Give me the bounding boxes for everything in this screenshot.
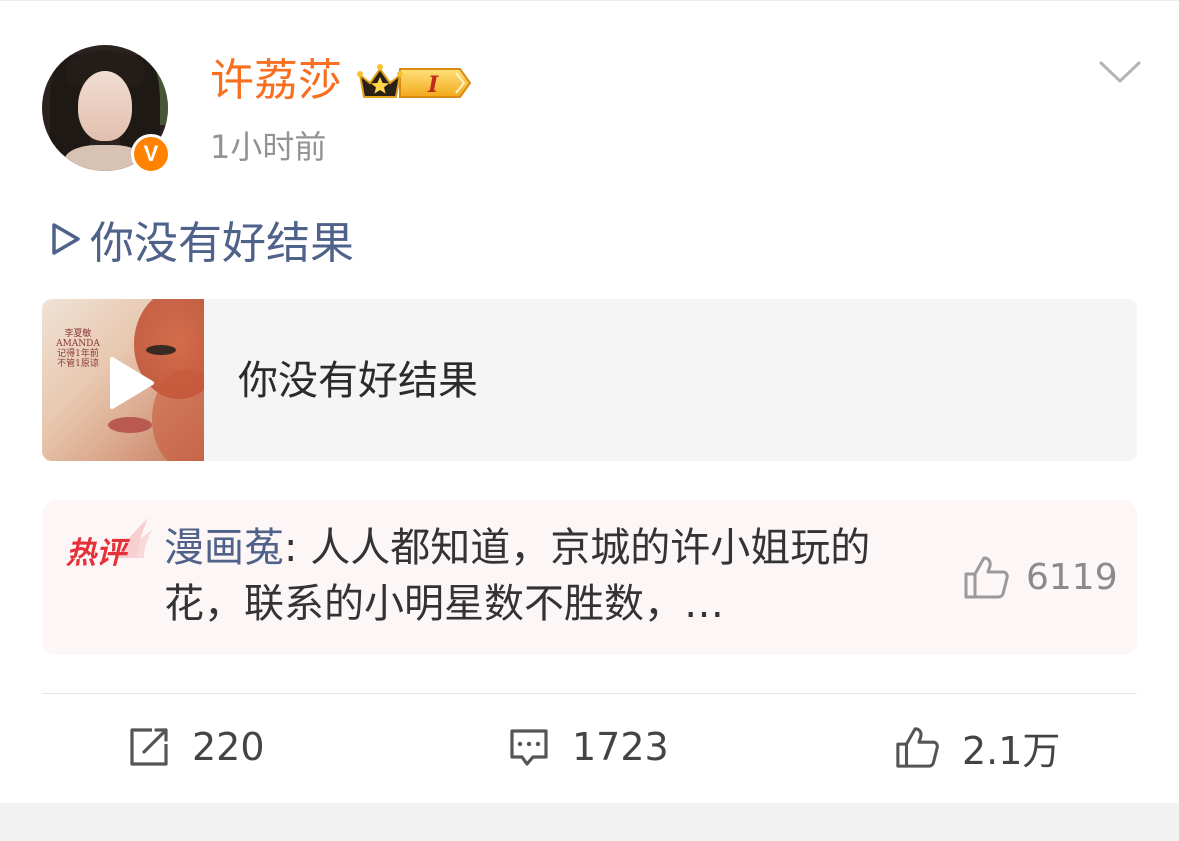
repost-button[interactable]: 220 (128, 719, 265, 775)
avatar-face (78, 71, 132, 141)
like-count: 2.1万 (962, 728, 1061, 773)
divider (42, 693, 1137, 694)
crown-level-icon[interactable]: I (356, 61, 474, 105)
cover-text-line: 不管1原谅 (57, 359, 99, 369)
repost-count: 220 (192, 725, 265, 769)
cover-text-line: 李夏敏 (64, 329, 92, 339)
comment-author[interactable]: 漫画菟 (164, 525, 284, 571)
author-name[interactable]: 许荔莎 (210, 53, 342, 109)
member-level-label: I (427, 72, 439, 98)
thumbs-up-icon (964, 556, 1009, 599)
verified-v-icon: V (131, 134, 171, 174)
comment-button[interactable]: 1723 (508, 719, 669, 775)
thumbs-up-icon (896, 727, 939, 768)
weibo-post-card: V 许荔莎 I 1小时前 你没有好结果 李夏敏 AMANDA 记得1年前 不管1… (0, 0, 1179, 803)
comment-like-count: 6119 (1026, 556, 1118, 598)
comment-icon (510, 729, 548, 766)
cover-text-line: 记得1年前 (57, 349, 99, 359)
cover-text: 李夏敏 AMANDA 记得1年前 不管1原谅 (54, 329, 102, 369)
music-card[interactable]: 李夏敏 AMANDA 记得1年前 不管1原谅 你没有好结果 (42, 299, 1137, 461)
hot-comment-tag-label: 热评 (66, 536, 126, 571)
album-cover[interactable]: 李夏敏 AMANDA 记得1年前 不管1原谅 (42, 299, 204, 461)
cover-lips (108, 417, 152, 433)
comment-count: 1723 (572, 725, 669, 769)
music-title: 你没有好结果 (238, 358, 478, 404)
play-triangle-icon (52, 223, 80, 255)
hot-comment-tag: 热评 (64, 518, 152, 572)
music-link-label: 你没有好结果 (90, 218, 354, 269)
play-button-icon[interactable] (104, 355, 156, 411)
cover-eye (146, 345, 176, 355)
feed-separator (0, 803, 1179, 841)
like-button[interactable]: 2.1万 (894, 719, 1060, 775)
hot-comment-text: 漫画菟: 人人都知道，京城的许小姐玩的花，联系的小明星数不胜数，… (164, 520, 924, 632)
comment-like-button[interactable]: 6119 (962, 552, 1118, 602)
post-timestamp: 1小时前 (210, 128, 327, 166)
hot-comment[interactable]: 热评 漫画菟: 人人都知道，京城的许小姐玩的花，联系的小明星数不胜数，… 611… (42, 500, 1137, 655)
chevron-down-icon[interactable] (1098, 57, 1142, 87)
repost-icon (130, 728, 168, 766)
music-link[interactable]: 你没有好结果 (46, 207, 354, 271)
cover-text-line: AMANDA (56, 339, 100, 349)
